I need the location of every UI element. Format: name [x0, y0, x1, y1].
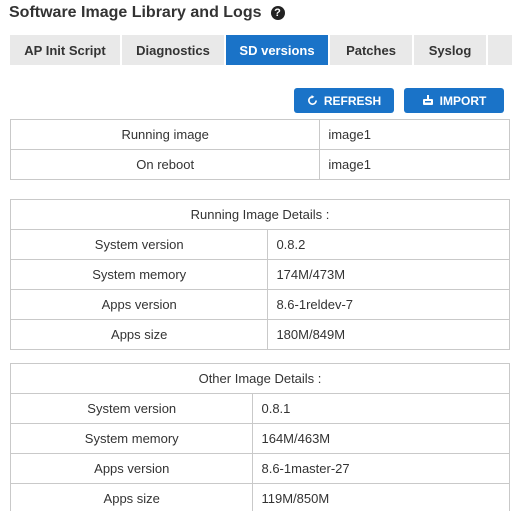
table-heading: Other Image Details :	[10, 363, 510, 394]
row-label: System memory	[9, 259, 269, 290]
table-row: Apps version 8.6-1master-27	[9, 453, 510, 484]
table-row: System version 0.8.1	[9, 393, 510, 424]
table-row: Running image image1	[9, 119, 510, 150]
page-title: Software Image Library and Logs	[9, 4, 262, 21]
row-label: Apps size	[9, 319, 269, 350]
tab-diagnostics[interactable]: Diagnostics	[122, 35, 224, 65]
import-icon	[422, 95, 433, 105]
table-row: System memory 164M/463M	[9, 423, 510, 454]
row-label: System version	[9, 229, 269, 260]
row-value: 8.6-1reldev-7	[267, 289, 510, 320]
table-row: System version 0.8.2	[9, 229, 510, 260]
tab-bar: AP Init Script Diagnostics SD versions P…	[10, 35, 512, 65]
tab-sd-versions[interactable]: SD versions	[226, 35, 328, 65]
table-row: System memory 174M/473M	[9, 259, 510, 290]
row-value: image1	[319, 149, 510, 180]
tab-ap-init-script[interactable]: AP Init Script	[10, 35, 120, 65]
table-heading: Running Image Details :	[10, 199, 510, 230]
row-label: Apps version	[9, 289, 269, 320]
row-label: System version	[9, 393, 254, 424]
table-row: Apps size 180M/849M	[9, 319, 510, 350]
row-label: On reboot	[9, 149, 321, 180]
row-label: System memory	[9, 423, 254, 454]
row-value: 0.8.1	[252, 393, 510, 424]
import-button[interactable]: IMPORT	[404, 88, 504, 113]
table-header-row: Other Image Details :	[10, 363, 510, 394]
running-image-details-table: Running Image Details : System version 0…	[9, 199, 510, 350]
row-value: image1	[319, 119, 510, 150]
table-row: Apps size 119M/850M	[9, 483, 510, 511]
row-label: Apps size	[9, 483, 254, 511]
refresh-icon	[307, 95, 317, 105]
tab-syslog[interactable]: Syslog	[414, 35, 486, 65]
import-label: IMPORT	[439, 93, 487, 108]
table-header-row: Running Image Details :	[10, 199, 510, 230]
tab-overflow[interactable]: C	[488, 35, 512, 65]
row-label: Running image	[9, 119, 321, 150]
help-icon[interactable]: ?	[270, 6, 285, 20]
action-bar: REFRESH IMPORT	[284, 88, 504, 113]
row-value: 119M/850M	[252, 483, 510, 511]
image-table: Running image image1 On reboot image1	[9, 119, 510, 180]
row-value: 174M/473M	[267, 259, 510, 290]
row-value: 0.8.2	[267, 229, 510, 260]
other-image-details-table: Other Image Details : System version 0.8…	[9, 363, 510, 511]
row-value: 180M/849M	[267, 319, 510, 350]
page-header: Software Image Library and Logs ?	[9, 3, 285, 23]
refresh-label: REFRESH	[323, 93, 382, 108]
table-row: Apps version 8.6-1reldev-7	[9, 289, 510, 320]
table-row: On reboot image1	[9, 149, 510, 180]
tab-patches[interactable]: Patches	[330, 35, 412, 65]
refresh-button[interactable]: REFRESH	[294, 88, 394, 113]
row-value: 164M/463M	[252, 423, 510, 454]
row-label: Apps version	[9, 453, 254, 484]
row-value: 8.6-1master-27	[252, 453, 510, 484]
